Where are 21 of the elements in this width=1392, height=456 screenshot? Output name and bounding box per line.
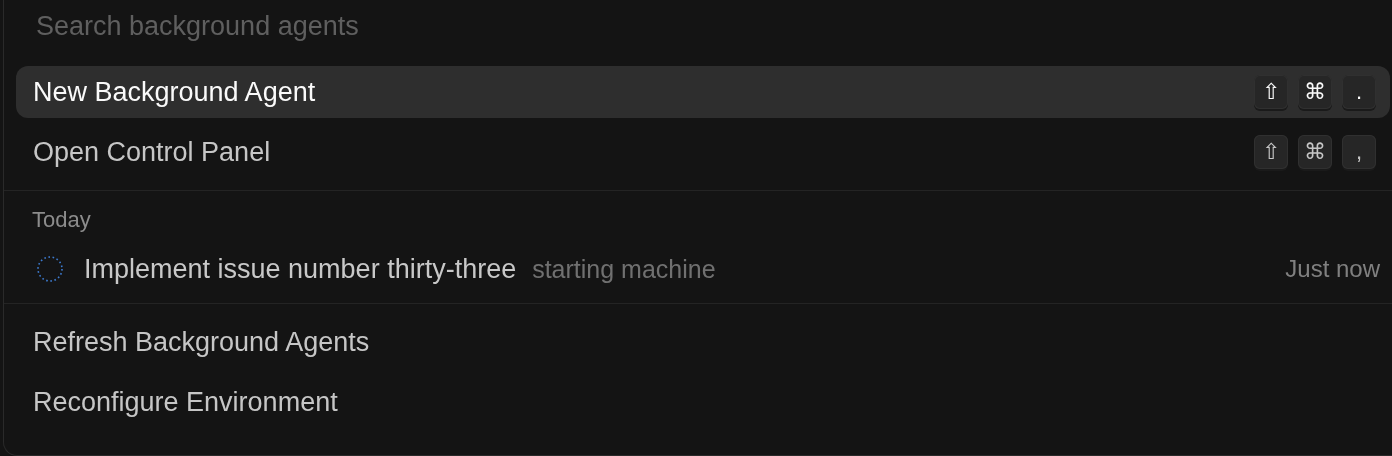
key-cap: . [1342, 75, 1376, 109]
search-field[interactable]: Search background agents [4, 0, 1392, 54]
agent-status: starting machine [532, 254, 716, 284]
key-cap: ⇧ [1254, 135, 1288, 169]
command-label: Refresh Background Agents [33, 326, 370, 358]
command-item[interactable]: Reconfigure Environment [16, 376, 1390, 428]
command-label: Reconfigure Environment [33, 386, 338, 418]
command-item[interactable]: New Background Agent ⇧ ⌘ . [16, 66, 1390, 118]
agent-title: Implement issue number thirty-three [84, 253, 517, 285]
section-heading: Today [31, 206, 92, 234]
agent-item[interactable]: Implement issue number thirty-three starting machine Just now [16, 239, 1390, 299]
command-label: New Background Agent [33, 76, 316, 108]
agent-time: Just now [1285, 255, 1380, 283]
spinner-icon [36, 255, 64, 283]
key-cap: ⌘ [1298, 135, 1332, 169]
command-label: Open Control Panel [33, 136, 271, 168]
key-cap: ⌘ [1298, 75, 1332, 109]
command-item[interactable]: Open Control Panel ⇧ ⌘ , [16, 126, 1390, 178]
command-item[interactable]: Refresh Background Agents [16, 316, 1390, 368]
key-cap: ⇧ [1254, 75, 1288, 109]
key-cap: , [1342, 135, 1376, 169]
